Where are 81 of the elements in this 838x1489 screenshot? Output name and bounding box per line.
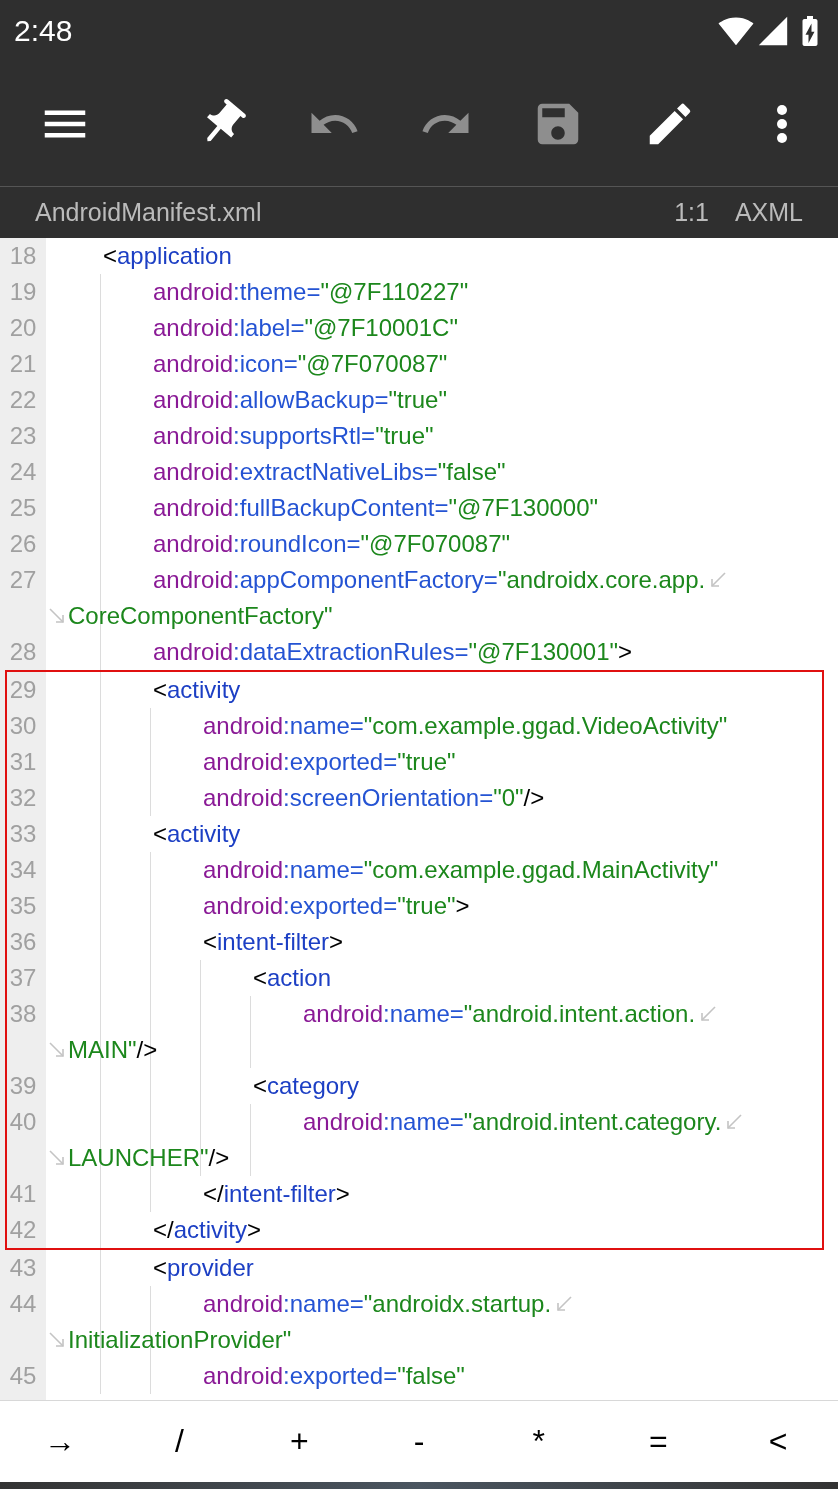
code-line: android:name="com.example.ggad.MainActivity" (203, 856, 719, 884)
line-number: 41 (8, 1180, 38, 1208)
symbol-key[interactable]: * (478, 1401, 599, 1482)
line-number: 45 (8, 1362, 38, 1390)
code-line: android:screenOrientation="0"/> (203, 784, 545, 812)
file-mode: AXML (734, 198, 803, 227)
code-line: android:icon="@7F070087" (153, 350, 448, 378)
code-line: android:name="android.intent.category. (303, 1108, 722, 1136)
code-line: <intent-filter> (203, 928, 344, 956)
wrap-arrow-icon (555, 1295, 574, 1313)
code-line: </intent-filter> (203, 1180, 350, 1208)
line-number: 42 (8, 1216, 38, 1244)
symbol-key[interactable]: + (239, 1401, 360, 1482)
line-number: 40 (8, 1108, 38, 1136)
line-number: 35 (8, 892, 38, 920)
code-line: android:exported="false" (203, 1362, 465, 1390)
wrap-arrow-icon (48, 1041, 66, 1059)
code-line: android:roundIcon="@7F070087" (153, 530, 510, 558)
line-number: 20 (8, 314, 38, 342)
code-line: </activity> (153, 1216, 262, 1244)
code-line: CoreComponentFactory" (68, 602, 333, 630)
wrap-arrow-icon (709, 571, 728, 589)
line-number: 33 (8, 820, 38, 848)
line-number: 34 (8, 856, 38, 884)
status-time: 2:48 (14, 14, 73, 48)
code-line: android:appComponentFactory="androidx.core.app. (153, 566, 706, 594)
more-icon (776, 104, 788, 144)
line-number: 26 (8, 530, 38, 558)
line-number: 30 (8, 712, 38, 740)
symbol-key[interactable]: = (598, 1401, 719, 1482)
line-number: 18 (8, 242, 38, 270)
code-line: android:dataExtractionRules="@7F130001"> (153, 638, 633, 666)
file-name: AndroidManifest.xml (35, 198, 263, 227)
symbol-key[interactable]: / (119, 1401, 240, 1482)
code-line: android:exported="true" (203, 748, 456, 776)
line-number: 27 (8, 566, 38, 594)
wrap-arrow-icon (48, 1331, 66, 1349)
symbol-key[interactable]: → (0, 1401, 120, 1482)
line-number: 23 (8, 422, 38, 450)
line-number: 28 (8, 638, 38, 666)
line-number: 39 (8, 1072, 38, 1100)
wrap-arrow-icon (699, 1005, 718, 1023)
code-line: <provider (153, 1254, 254, 1282)
code-line: InitializationProvider" (68, 1326, 292, 1354)
line-number: 44 (8, 1290, 38, 1318)
line-number: 32 (8, 784, 38, 812)
line-number: 31 (8, 748, 38, 776)
code-line: android:name="androidx.startup. (203, 1290, 552, 1318)
cursor-position: 1:1 (674, 198, 709, 227)
line-number: 25 (8, 494, 38, 522)
symbol-key[interactable]: < (718, 1401, 838, 1482)
line-number: 24 (8, 458, 38, 486)
wrap-arrow-icon (48, 607, 66, 625)
code-line: android:fullBackupContent="@7F130000" (153, 494, 599, 522)
line-number: 37 (8, 964, 38, 992)
code-line: android:theme="@7F110227" (153, 278, 469, 306)
code-line: <activity (153, 676, 241, 704)
line-number: 22 (8, 386, 38, 414)
code-line: android:name="com.example.ggad.VideoActivity" (203, 712, 728, 740)
wrap-arrow-icon (725, 1113, 744, 1131)
line-number: 43 (8, 1254, 38, 1282)
code-line: android:supportsRtl="true" (153, 422, 434, 450)
code-line: MAIN"/> (68, 1036, 158, 1064)
code-line: android:exported="true"> (203, 892, 470, 920)
wrap-arrow-icon (48, 1149, 66, 1167)
signal-icon (756, 14, 790, 48)
line-number: 19 (8, 278, 38, 306)
code-line: android:extractNativeLibs="false" (153, 458, 506, 486)
line-number: 21 (8, 350, 38, 378)
code-line: <category (253, 1072, 360, 1100)
line-number: 36 (8, 928, 38, 956)
symbol-key[interactable]: - (359, 1401, 479, 1482)
code-line: <activity (153, 820, 241, 848)
code-line: android:allowBackup="true" (153, 386, 447, 414)
line-number: 38 (8, 1000, 38, 1028)
code-line: LAUNCHER"/> (68, 1144, 230, 1172)
line-number: 29 (8, 676, 38, 704)
code-line: <application (103, 242, 232, 270)
code-line: android:label="@7F10001C" (153, 314, 458, 342)
code-line: <action (253, 964, 332, 992)
code-line: android:name="android.intent.action. (303, 1000, 696, 1028)
